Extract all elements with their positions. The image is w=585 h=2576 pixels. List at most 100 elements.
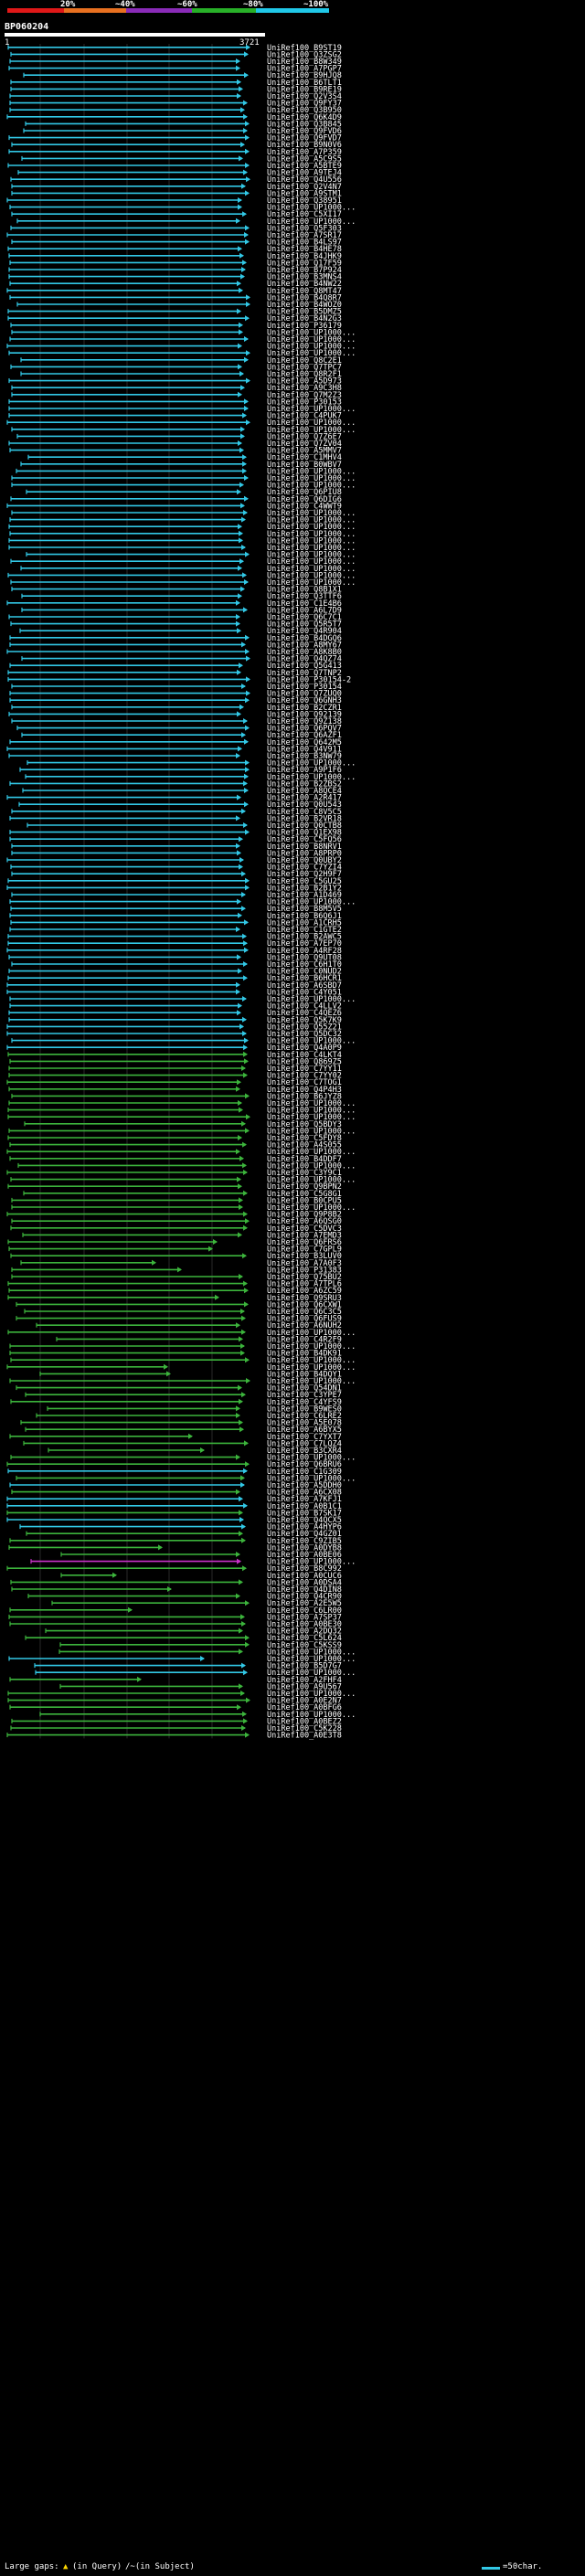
hit-arrow-icon	[236, 1322, 240, 1329]
hit-arrow-icon	[241, 1120, 246, 1127]
hit-arrow-icon	[237, 794, 241, 800]
hit-arrow-icon	[243, 975, 248, 981]
hit-arrow-icon	[243, 128, 248, 133]
hit-arrow-icon	[236, 1149, 240, 1155]
hit-arrow-icon	[242, 1141, 247, 1148]
hit-arrow-icon	[240, 1614, 245, 1620]
hit-arrow-icon	[239, 1155, 244, 1161]
hit-arrow-icon	[242, 1565, 247, 1572]
hit-arrow-icon	[236, 1489, 240, 1495]
hit-accession-label[interactable]: UniRef100_A0E3T8	[267, 1732, 342, 1741]
hit-arrow-icon	[244, 398, 249, 405]
hit-arrow-icon	[241, 684, 246, 689]
footer-legend: Large gaps: ▲ (in Query) /~(in Subject) …	[5, 2561, 580, 2574]
hit-arrow-icon	[177, 1267, 182, 1273]
hit-arrow-icon	[236, 927, 240, 932]
hit-arrow-icon	[238, 204, 242, 210]
hit-arrow-icon	[239, 836, 243, 843]
hit-arrow-icon	[246, 690, 250, 696]
hit-arrow-icon	[245, 121, 250, 127]
hit-arrow-icon	[242, 468, 247, 474]
hit-arrow-icon	[243, 780, 248, 787]
hit-arrow-icon	[241, 1329, 246, 1335]
hit-arrow-icon	[241, 1621, 246, 1627]
hit-arrow-icon	[239, 704, 244, 710]
hit-arrow-icon	[243, 1718, 248, 1724]
hit-arrow-icon	[238, 391, 242, 398]
hit-arrow-icon	[240, 1309, 245, 1314]
hit-arrow-icon	[237, 1079, 241, 1086]
hit-arrow-icon	[245, 315, 250, 322]
hit-arrow-icon	[241, 808, 246, 814]
hit-arrow-icon	[236, 815, 240, 822]
hit-arrow-icon	[246, 44, 250, 50]
hit-arrow-icon	[238, 1232, 242, 1238]
hit-arrow-icon	[239, 1579, 243, 1585]
hit-arrow-icon	[158, 1544, 163, 1551]
hit-arrow-icon	[246, 176, 250, 183]
hit-arrow-icon	[240, 142, 245, 148]
hit-arrow-icon	[243, 169, 248, 175]
hit-arrow-icon	[238, 912, 242, 918]
hit-arrow-icon	[238, 364, 242, 370]
hit-arrow-icon	[236, 753, 240, 758]
hit-arrow-icon	[112, 1572, 117, 1578]
hit-arrow-icon	[236, 65, 240, 71]
hit-arrow-icon	[245, 697, 250, 704]
hit-arrow-icon	[244, 1301, 249, 1308]
hit-arrow-icon	[241, 641, 246, 648]
hit-arrow-icon	[245, 148, 250, 154]
hit-arrow-icon	[237, 79, 241, 85]
hit-arrow-icon	[242, 996, 247, 1002]
hit-arrow-icon	[239, 1274, 243, 1279]
hit-arrow-icon	[238, 1002, 242, 1009]
hit-arrow-icon	[239, 329, 243, 335]
hit-arrow-icon	[238, 1183, 242, 1190]
hit-arrow-icon	[240, 1350, 245, 1356]
hit-arrow-icon	[245, 829, 250, 835]
hit-arrow-icon	[245, 759, 250, 766]
hit-arrow-icon	[213, 1239, 218, 1245]
hit-arrow-icon	[166, 1371, 171, 1377]
hit-arrow-icon	[238, 565, 242, 571]
hit-arrow-icon	[245, 163, 250, 168]
hit-arrow-icon	[242, 1016, 247, 1023]
hit-arrow-icon	[241, 1315, 246, 1321]
hit-arrow-icon	[246, 1697, 250, 1703]
hit-arrow-icon	[246, 1114, 250, 1120]
hit-arrow-icon	[243, 1190, 248, 1196]
hit-arrow-icon	[243, 940, 248, 947]
hit-arrow-icon	[239, 1197, 243, 1203]
hit-arrow-icon	[240, 1475, 245, 1481]
hit-arrow-icon	[244, 1440, 249, 1447]
hit-arrow-icon	[241, 545, 246, 550]
hit-arrow-icon	[238, 1135, 242, 1140]
hit-arrow-icon	[242, 461, 247, 467]
hit-arrow-icon	[239, 1517, 244, 1522]
hit-arrow-icon	[237, 1010, 241, 1016]
hit-arrow-icon	[240, 426, 245, 432]
hit-arrow-icon	[239, 864, 243, 870]
hit-arrow-icon	[239, 1398, 243, 1405]
hit-arrow-icon	[241, 871, 246, 877]
hit-arrow-icon	[236, 1405, 240, 1412]
hit-arrow-icon	[236, 989, 240, 995]
hit-arrow-icon	[239, 530, 243, 536]
hit-arrow-icon	[238, 1384, 242, 1391]
hit-arrow-icon	[236, 1454, 240, 1460]
hit-arrow-icon	[244, 1058, 249, 1065]
hit-arrow-icon	[245, 1218, 250, 1224]
hit-arrow-icon	[244, 475, 249, 481]
hit-arrow-icon	[243, 607, 248, 613]
hit-arrow-icon	[128, 1606, 133, 1613]
hit-arrow-icon	[244, 51, 249, 58]
hit-arrow-icon	[241, 906, 246, 912]
hit-arrow-icon	[246, 655, 250, 662]
hit-arrow-icon	[239, 1023, 244, 1030]
hit-arrow-icon	[238, 197, 242, 203]
hit-arrow-icon	[241, 1537, 246, 1543]
hit-arrow-icon	[241, 1392, 246, 1398]
hit-arrow-icon	[237, 489, 241, 495]
hit-arrow-icon	[245, 1732, 250, 1738]
hit-arrow-icon	[239, 1419, 243, 1426]
